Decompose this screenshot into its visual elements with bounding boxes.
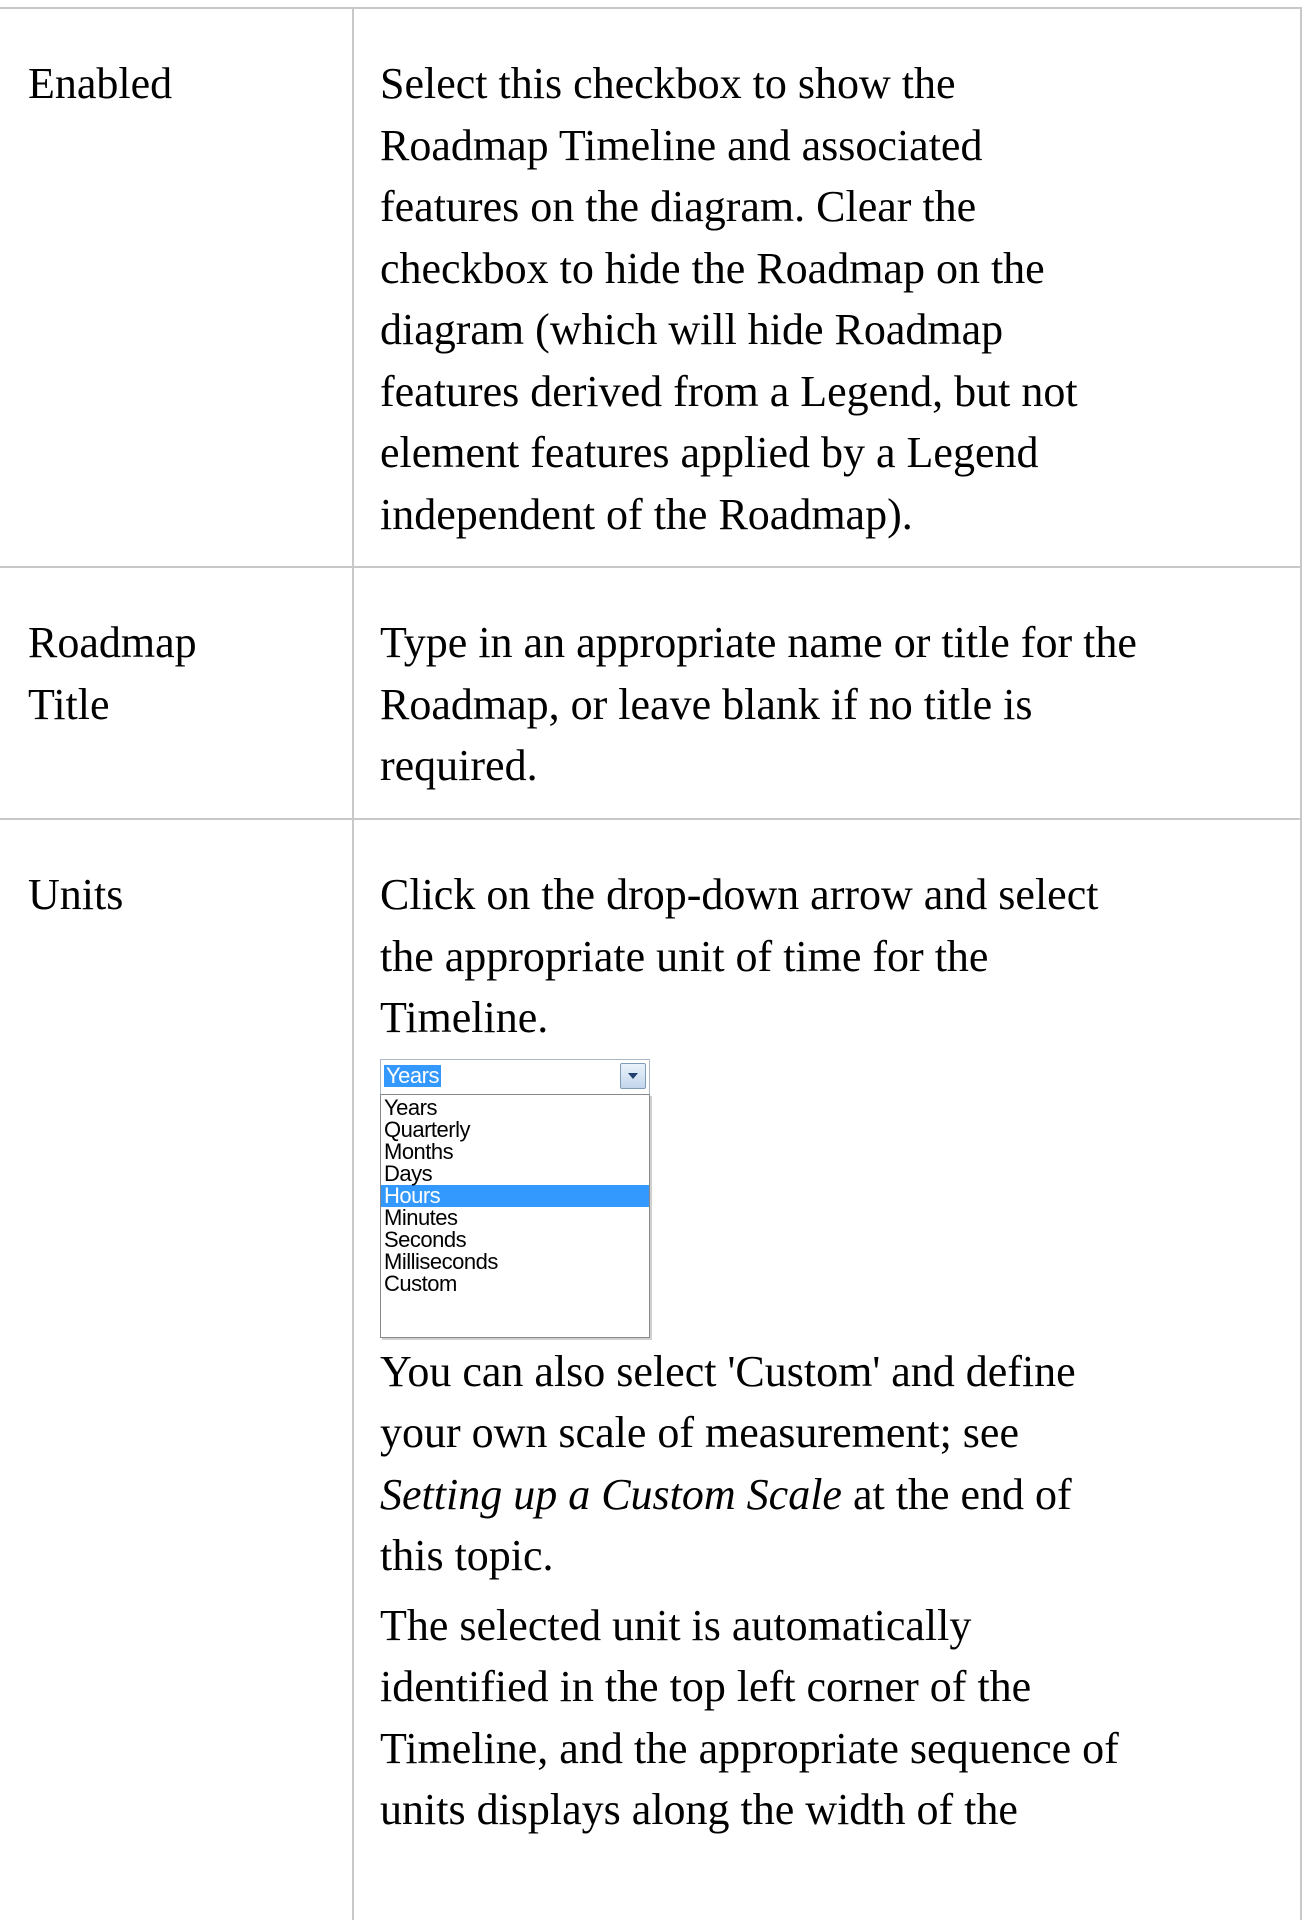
option-minutes[interactable]: Minutes [381, 1206, 649, 1229]
units-options-list: Years Quarterly Months Days Hours Minute… [380, 1093, 650, 1338]
option-custom[interactable]: Custom [381, 1272, 649, 1295]
units-selected-value: Years [384, 1062, 441, 1088]
label-cell: Roadmap Title [0, 566, 354, 820]
properties-table: Enabled Select this checkbox to show the… [0, 7, 1302, 1920]
option-years[interactable]: Years [381, 1096, 649, 1119]
custom-scale-link[interactable]: Setting up a Custom Scale [380, 1470, 842, 1519]
row-label-line2: Title [28, 679, 110, 729]
units-intro: Click on the drop-down arrow and select … [380, 870, 1099, 1042]
row-description: Type in an appropriate name or title for… [380, 618, 1137, 790]
row-description: Select this checkbox to show the Roadmap… [380, 59, 1078, 539]
description-cell: Click on the drop-down arrow and select … [352, 818, 1302, 1920]
label-cell: Units [0, 818, 354, 1920]
custom-scale-note: You can also select 'Custom' and define … [380, 1341, 1120, 1587]
row-label-line1: Roadmap [28, 618, 197, 667]
option-milliseconds[interactable]: Milliseconds [381, 1250, 649, 1273]
option-hours[interactable]: Hours [381, 1184, 649, 1207]
table-row-units: Units Click on the drop-down arrow and s… [0, 818, 1302, 1920]
row-label: Units [28, 870, 124, 919]
option-seconds[interactable]: Seconds [381, 1228, 649, 1251]
chevron-down-icon [628, 1072, 638, 1079]
option-months[interactable]: Months [381, 1140, 649, 1163]
option-days[interactable]: Days [381, 1162, 649, 1185]
dropdown-button[interactable] [620, 1062, 646, 1089]
row-label: Enabled [28, 59, 173, 108]
table-row-enabled: Enabled Select this checkbox to show the… [0, 7, 1302, 568]
description-cell: Type in an appropriate name or title for… [352, 566, 1302, 820]
table-row-roadmap-title: Roadmap Title Type in an appropriate nam… [0, 566, 1302, 820]
selected-unit-note: The selected unit is automatically ident… [380, 1600, 1119, 1835]
units-dropdown[interactable]: Years Years Quarterly Months Days Hours [380, 1058, 650, 1338]
units-select-field[interactable]: Years [380, 1058, 650, 1095]
description-cell: Select this checkbox to show the Roadmap… [352, 7, 1302, 568]
custom-note-pre: You can also select 'Custom' and define … [380, 1346, 1076, 1458]
label-cell: Enabled [0, 7, 354, 568]
option-quarterly[interactable]: Quarterly [381, 1118, 649, 1141]
